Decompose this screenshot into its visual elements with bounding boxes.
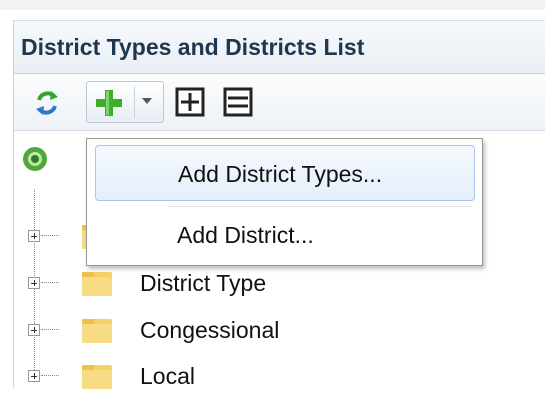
collapse-all-icon[interactable]: [222, 86, 254, 118]
expand-all-icon[interactable]: [174, 86, 206, 118]
connector-line: [41, 235, 59, 236]
split-separator: [134, 86, 135, 118]
folder-icon: [82, 319, 112, 343]
panel-header: District Types and Districts List: [14, 20, 545, 74]
menu-item-label: Add District Types...: [178, 161, 383, 187]
expand-node-icon[interactable]: [28, 324, 40, 336]
tree-node-label: District Type: [140, 270, 267, 296]
root-node-icon[interactable]: [22, 146, 48, 172]
add-dropdown-menu: Add District Types... Add District...: [86, 138, 483, 266]
menu-item-add-district[interactable]: Add District...: [95, 207, 475, 263]
expand-node-icon[interactable]: [28, 277, 40, 289]
tree-node[interactable]: District Type: [14, 266, 545, 306]
plus-icon[interactable]: [94, 88, 124, 118]
chevron-down-icon[interactable]: [139, 95, 155, 107]
add-dropdown-button[interactable]: [86, 81, 164, 123]
connector-line: [41, 375, 59, 376]
connector-line: [41, 282, 59, 283]
menu-item-label: Add District...: [177, 222, 314, 248]
panel-title: District Types and Districts List: [21, 34, 365, 60]
tree-node[interactable]: Local: [14, 359, 545, 399]
tree-node-label: Congessional: [140, 317, 280, 343]
toolbar: [14, 74, 545, 131]
folder-icon: [82, 365, 112, 389]
refresh-icon[interactable]: [32, 88, 62, 118]
tree-node[interactable]: Congessional: [14, 313, 545, 353]
folder-icon: [82, 272, 112, 296]
connector-line: [41, 329, 59, 330]
top-gap: [0, 0, 545, 10]
menu-item-add-district-types[interactable]: Add District Types...: [95, 145, 475, 201]
expand-node-icon[interactable]: [28, 370, 40, 382]
tree-node-label: Local: [140, 363, 195, 389]
expand-node-icon[interactable]: [28, 230, 40, 242]
